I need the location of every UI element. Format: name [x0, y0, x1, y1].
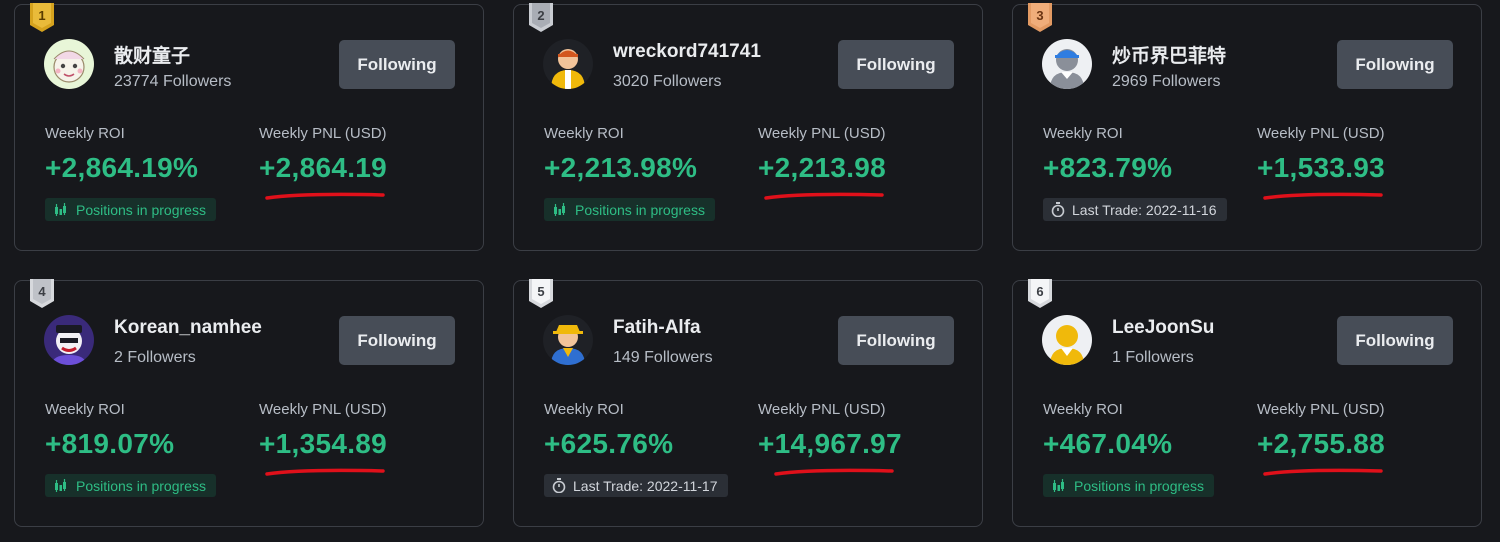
follower-count: 2969 Followers: [1112, 73, 1221, 90]
default-avatar-icon[interactable]: [1042, 39, 1092, 89]
candlestick-icon: [53, 202, 69, 217]
candlestick-icon: [552, 202, 568, 217]
status-text: Last Trade: 2022-11-16: [1072, 201, 1217, 218]
status-badge: Last Trade: 2022-11-17: [544, 474, 728, 497]
weekly-roi-label: Weekly ROI: [544, 125, 624, 142]
candlestick-icon: [53, 478, 69, 493]
follower-count: 2 Followers: [114, 349, 196, 366]
weekly-pnl-value: +1,533.93: [1257, 152, 1386, 183]
weekly-roi-value: +2,864.19%: [45, 152, 199, 183]
red-underline-annotation: [1263, 468, 1383, 476]
status-badge: Last Trade: 2022-11-16: [1043, 198, 1227, 221]
weekly-pnl-label: Weekly PNL (USD): [758, 401, 886, 418]
weekly-pnl-label: Weekly PNL (USD): [1257, 401, 1385, 418]
weekly-roi-value: +467.04%: [1043, 428, 1173, 459]
default-avatar-icon[interactable]: [1042, 315, 1092, 365]
trader-card[interactable]: 4 Korean_namhee 2 Followers Following We…: [14, 279, 484, 527]
following-button[interactable]: Following: [1337, 316, 1453, 365]
weekly-roi-value: +2,213.98%: [544, 152, 698, 183]
weekly-roi-label: Weekly ROI: [45, 401, 125, 418]
stopwatch-icon: [1051, 202, 1065, 217]
default-avatar-icon[interactable]: [543, 39, 593, 89]
trader-card[interactable]: 1 散财童子 23774 Followers Following Weekly …: [14, 3, 484, 251]
custom-avatar-icon[interactable]: [44, 315, 94, 365]
follower-count: 23774 Followers: [114, 73, 232, 90]
cartoon-avatar-icon[interactable]: [44, 39, 94, 89]
trader-card[interactable]: 5 Fatih-Alfa 149 Followers Following Wee…: [513, 279, 983, 527]
status-text: Positions in progress: [76, 477, 206, 494]
weekly-pnl-label: Weekly PNL (USD): [758, 125, 886, 142]
weekly-pnl-label: Weekly PNL (USD): [259, 125, 387, 142]
weekly-roi-value: +819.07%: [45, 428, 175, 459]
rank-number: 3: [1036, 8, 1044, 23]
weekly-pnl-label: Weekly PNL (USD): [259, 401, 387, 418]
trader-name[interactable]: 炒币界巴菲特: [1112, 41, 1226, 68]
trader-name[interactable]: wreckord741741: [613, 41, 761, 63]
rank-badge: 2: [528, 3, 554, 33]
following-button[interactable]: Following: [838, 316, 954, 365]
red-underline-annotation: [764, 192, 884, 200]
rank-badge: 1: [29, 3, 55, 33]
trader-name[interactable]: Fatih-Alfa: [613, 317, 701, 339]
weekly-roi-label: Weekly ROI: [544, 401, 624, 418]
weekly-roi-value: +823.79%: [1043, 152, 1173, 183]
red-underline-annotation: [774, 468, 894, 476]
status-badge: Positions in progress: [1043, 474, 1214, 497]
rank-number: 1: [38, 8, 46, 23]
status-text: Positions in progress: [76, 201, 206, 218]
rank-number: 4: [38, 284, 46, 299]
weekly-pnl-value: +1,354.89: [259, 428, 388, 459]
rank-badge: 5: [528, 279, 554, 309]
default-avatar-icon[interactable]: [543, 315, 593, 365]
red-underline-annotation: [265, 468, 385, 476]
status-text: Positions in progress: [1074, 477, 1204, 494]
status-text: Last Trade: 2022-11-17: [573, 477, 718, 494]
rank-number: 5: [537, 284, 545, 299]
weekly-pnl-label: Weekly PNL (USD): [1257, 125, 1385, 142]
status-text: Positions in progress: [575, 201, 705, 218]
following-button[interactable]: Following: [339, 316, 455, 365]
leaderboard-grid: 1 散财童子 23774 Followers Following Weekly …: [0, 0, 1500, 542]
weekly-pnl-value: +2,864.19: [259, 152, 388, 183]
following-button[interactable]: Following: [838, 40, 954, 89]
follower-count: 149 Followers: [613, 349, 713, 366]
candlestick-icon: [1051, 478, 1067, 493]
rank-number: 6: [1036, 284, 1044, 299]
weekly-pnl-value: +2,213.98: [758, 152, 887, 183]
weekly-roi-value: +625.76%: [544, 428, 674, 459]
trader-name[interactable]: 散财童子: [114, 41, 190, 68]
rank-badge: 4: [29, 279, 55, 309]
trader-card[interactable]: 2 wreckord741741 3020 Followers Followin…: [513, 3, 983, 251]
following-button[interactable]: Following: [1337, 40, 1453, 89]
trader-name[interactable]: Korean_namhee: [114, 317, 262, 339]
stopwatch-icon: [552, 478, 566, 493]
follower-count: 3020 Followers: [613, 73, 722, 90]
following-button[interactable]: Following: [339, 40, 455, 89]
weekly-roi-label: Weekly ROI: [1043, 125, 1123, 142]
rank-badge: 3: [1027, 3, 1053, 33]
trader-card[interactable]: 3 炒币界巴菲特 2969 Followers Following Weekly…: [1012, 3, 1482, 251]
red-underline-annotation: [265, 192, 385, 200]
status-badge: Positions in progress: [45, 198, 216, 221]
rank-number: 2: [537, 8, 545, 23]
weekly-pnl-value: +14,967.97: [758, 428, 902, 459]
status-badge: Positions in progress: [544, 198, 715, 221]
trader-card[interactable]: 6 LeeJoonSu 1 Followers Following Weekly…: [1012, 279, 1482, 527]
weekly-roi-label: Weekly ROI: [1043, 401, 1123, 418]
weekly-pnl-value: +2,755.88: [1257, 428, 1386, 459]
rank-badge: 6: [1027, 279, 1053, 309]
status-badge: Positions in progress: [45, 474, 216, 497]
trader-name[interactable]: LeeJoonSu: [1112, 317, 1214, 339]
weekly-roi-label: Weekly ROI: [45, 125, 125, 142]
follower-count: 1 Followers: [1112, 349, 1194, 366]
red-underline-annotation: [1263, 192, 1383, 200]
